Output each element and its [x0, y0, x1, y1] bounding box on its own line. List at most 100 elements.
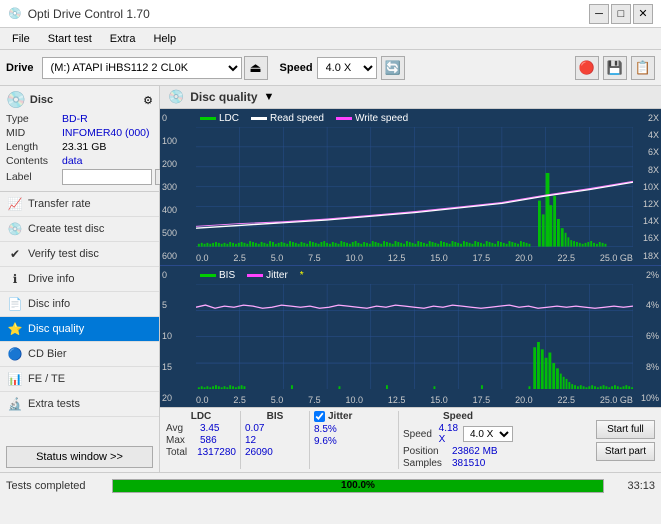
speed-section-header: Speed — [403, 411, 513, 422]
drive-select-area: (M:) ATAPI iHBS112 2 CL0K ⏏ — [42, 56, 268, 80]
bis-max: 12 — [245, 435, 256, 446]
bis-avg-row: 0.07 — [245, 423, 305, 434]
ldc-legend-color — [200, 117, 216, 120]
samples-value: 381510 — [452, 458, 485, 469]
sidebar-item-transfer-rate[interactable]: 📈 Transfer rate — [0, 192, 159, 217]
divider-2 — [309, 411, 310, 469]
sidebar-item-extra-tests[interactable]: 🔬 Extra tests — [0, 392, 159, 417]
disc-quality-title: Disc quality — [190, 90, 257, 104]
menubar: File Start test Extra Help — [0, 28, 661, 50]
verify-test-disc-icon: ✔ — [8, 247, 22, 261]
disc-title: Disc — [30, 94, 53, 106]
chart2-legend: BIS Jitter * — [200, 270, 304, 281]
disc-length-row: Length 23.31 GB — [6, 141, 153, 153]
position-value: 23862 MB — [452, 446, 498, 457]
menu-file[interactable]: File — [4, 31, 38, 47]
divider-3 — [398, 411, 399, 469]
position-row: Position 23862 MB — [403, 446, 513, 457]
sidebar-item-label: CD Bier — [28, 348, 67, 360]
sidebar-item-cd-bier[interactable]: 🔵 CD Bier — [0, 342, 159, 367]
write-speed-legend-color — [336, 117, 352, 120]
content-area: 💿 Disc quality ▼ LDC Read speed — [160, 86, 661, 472]
toolbar-btn-2[interactable]: 💾 — [603, 56, 627, 80]
chart1-y-left: 600 500 400 300 200 100 0 — [160, 109, 196, 265]
ldc-avg-row: Avg 3.45 — [166, 423, 236, 434]
speed-val-row: Speed 4.18 X 4.0 X — [403, 423, 513, 445]
disc-type-label: Type — [6, 113, 58, 125]
menu-help[interactable]: Help — [145, 31, 184, 47]
jitter-max: 9.6% — [314, 436, 337, 447]
sidebar-item-label: Verify test disc — [28, 248, 99, 260]
sidebar-item-label: Disc quality — [28, 323, 84, 335]
toolbar-btn-3[interactable]: 📋 — [631, 56, 655, 80]
speed-combo[interactable]: 4.0 X — [317, 57, 377, 79]
sidebar-item-label: Extra tests — [28, 398, 80, 410]
sidebar-item-label: Disc info — [28, 298, 70, 310]
ldc-avg: 3.45 — [200, 423, 219, 434]
minimize-button[interactable]: ─ — [589, 4, 609, 24]
disc-length-label: Length — [6, 141, 58, 153]
transfer-rate-icon: 📈 — [8, 197, 22, 211]
bis-total: 26090 — [245, 447, 273, 458]
drive-eject-button[interactable]: ⏏ — [244, 56, 268, 80]
ldc-total-row: Total 1317280 — [166, 447, 236, 458]
ldc-max-row: Max 586 — [166, 435, 236, 446]
drive-label: Drive — [6, 62, 34, 74]
write-speed-legend-label: Write speed — [355, 113, 408, 124]
disc-panel: 💿 Disc ⚙ Type BD-R MID INFOMER40 (000) L… — [0, 86, 159, 192]
speed-stat-combo[interactable]: 4.0 X — [463, 426, 513, 442]
disc-type-value: BD-R — [62, 113, 88, 125]
status-text: Tests completed — [6, 480, 106, 492]
disc-info-icon: 📄 — [8, 297, 22, 311]
titlebar: 💿 Opti Drive Control 1.70 ─ □ ✕ — [0, 0, 661, 28]
disc-header: 💿 Disc ⚙ — [6, 90, 153, 110]
sidebar-item-disc-quality[interactable]: ⭐ Disc quality — [0, 317, 159, 342]
label-input-area: ▶ — [62, 169, 173, 185]
status-window-button[interactable]: Status window >> — [6, 446, 153, 468]
sidebar-item-disc-info[interactable]: 📄 Disc info — [0, 292, 159, 317]
disc-settings-icon[interactable]: ⚙ — [143, 94, 153, 107]
ldc-header: LDC — [166, 411, 236, 422]
drive-combo[interactable]: (M:) ATAPI iHBS112 2 CL0K — [42, 57, 242, 79]
menu-start-test[interactable]: Start test — [40, 31, 100, 47]
disc-icon: 💿 — [6, 90, 26, 110]
disc-contents-row: Contents data — [6, 155, 153, 167]
create-test-disc-icon: 💿 — [8, 222, 22, 236]
maximize-button[interactable]: □ — [611, 4, 631, 24]
sidebar-item-create-test-disc[interactable]: 💿 Create test disc — [0, 217, 159, 242]
main-layout: 💿 Disc ⚙ Type BD-R MID INFOMER40 (000) L… — [0, 86, 661, 472]
jitter-avg-row: 8.5% — [314, 424, 394, 435]
disc-mid-row: MID INFOMER40 (000) — [6, 127, 153, 139]
close-button[interactable]: ✕ — [633, 4, 653, 24]
jitter-legend-label: Jitter — [266, 270, 288, 281]
read-speed-legend-label: Read speed — [270, 113, 324, 124]
toolbar-btn-1[interactable]: 🔴 — [575, 56, 599, 80]
disc-label-input[interactable] — [62, 169, 152, 185]
jitter-asterisk: * — [300, 270, 304, 281]
position-label: Position — [403, 446, 448, 457]
start-full-button[interactable]: Start full — [596, 420, 655, 439]
jitter-checkbox[interactable] — [314, 411, 325, 422]
total-label: Total — [166, 447, 193, 458]
progress-text: 100.0% — [113, 480, 603, 492]
fe-te-icon: 📊 — [8, 372, 22, 386]
bis-total-row: 26090 — [245, 447, 305, 458]
samples-label: Samples — [403, 458, 448, 469]
sidebar-item-fe-te[interactable]: 📊 FE / TE — [0, 367, 159, 392]
titlebar-controls: ─ □ ✕ — [589, 4, 653, 24]
chart2-x-axis: 0.02.55.07.5 10.012.515.017.5 20.022.525… — [196, 395, 633, 405]
disc-quality-settings-icon[interactable]: ▼ — [264, 91, 275, 103]
drive-info-icon: ℹ — [8, 272, 22, 286]
menu-extra[interactable]: Extra — [102, 31, 144, 47]
sidebar-item-label: Drive info — [28, 273, 74, 285]
bis-header: BIS — [245, 411, 305, 422]
sidebar-item-verify-test-disc[interactable]: ✔ Verify test disc — [0, 242, 159, 267]
bis-legend-color — [200, 274, 216, 277]
cd-bier-icon: 🔵 — [8, 347, 22, 361]
start-part-button[interactable]: Start part — [596, 442, 655, 461]
stats-ldc-col: LDC Avg 3.45 Max 586 Total 1317280 — [166, 411, 236, 469]
refresh-button[interactable]: 🔄 — [381, 56, 405, 80]
action-section: Start full Start part — [596, 411, 655, 469]
disc-contents-value: data — [62, 155, 82, 167]
sidebar-item-drive-info[interactable]: ℹ Drive info — [0, 267, 159, 292]
